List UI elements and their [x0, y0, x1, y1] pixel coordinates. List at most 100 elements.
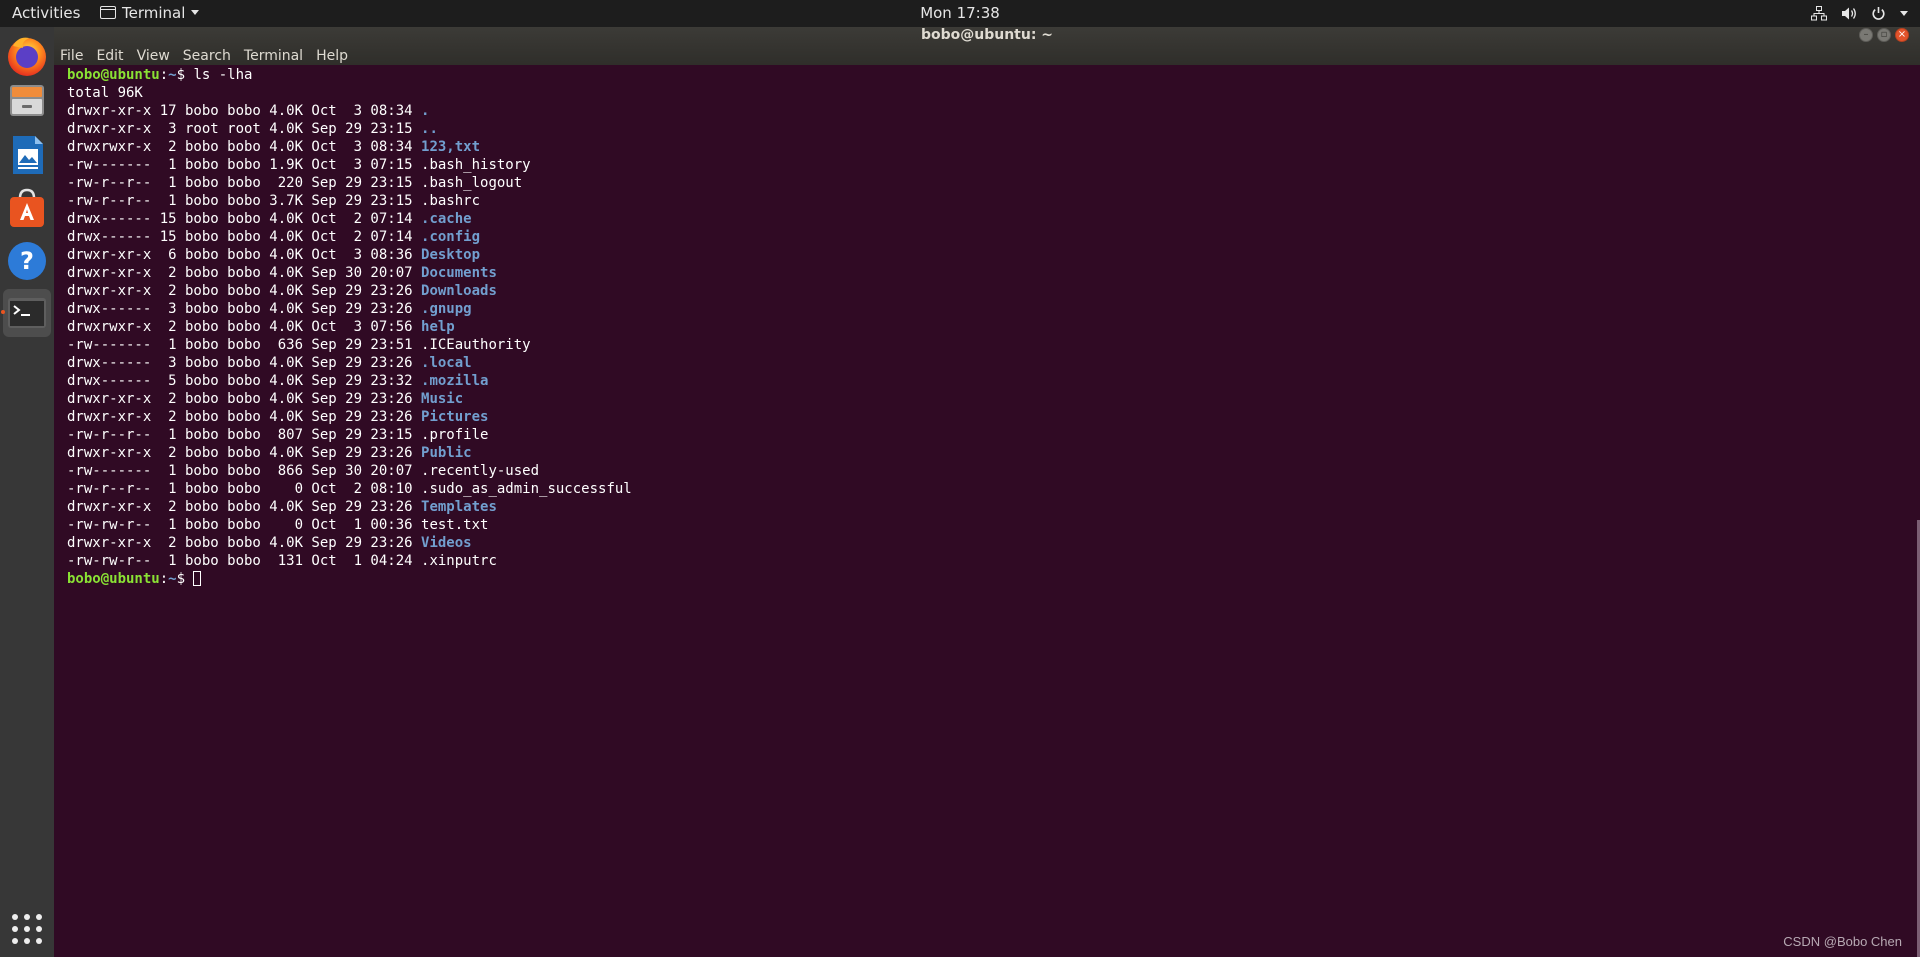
files-icon: [10, 85, 44, 116]
terminal-small-icon: [100, 6, 116, 19]
software-icon: [10, 188, 44, 227]
listing-meta: drwxr-xr-x 6 bobo bobo 4.0K Oct 3 08:36: [67, 247, 422, 263]
listing-row: drwx------ 3 bobo bobo 4.0K Sep 29 23:26…: [67, 300, 632, 318]
listing-dir-name: .config: [421, 229, 481, 245]
prompt-separator: :: [159, 67, 169, 83]
system-tray[interactable]: [1811, 0, 1908, 27]
grid-icon: [12, 914, 42, 944]
prompt-user: bobo@ubuntu: [67, 571, 160, 587]
listing-meta: drwxr-xr-x 2 bobo bobo 4.0K Sep 29 23:26: [67, 499, 422, 515]
listing-dir-name: Public: [421, 445, 472, 461]
listing-meta: -rw-r--r-- 1 bobo bobo 807 Sep 29 23:15: [67, 427, 422, 443]
network-icon: [1811, 0, 1827, 27]
window-title-area: bobo@ubuntu: ~: [54, 27, 1920, 44]
command-text: ls -lha: [193, 67, 253, 83]
listing-dir-name: .local: [421, 355, 472, 371]
writer-icon: [13, 136, 43, 174]
menu-help[interactable]: Help: [310, 47, 355, 65]
listing-dir-name: Templates: [421, 499, 497, 515]
listing-file-name: .xinputrc: [421, 553, 497, 569]
clock-area: Mon 17:38: [0, 0, 1920, 27]
listing-row: drwx------ 3 bobo bobo 4.0K Sep 29 23:26…: [67, 354, 632, 372]
listing-meta: drwx------ 3 bobo bobo 4.0K Sep 29 23:26: [67, 301, 422, 317]
listing-meta: -rw------- 1 bobo bobo 866 Sep 30 20:07: [67, 463, 422, 479]
listing-meta: drwx------ 5 bobo bobo 4.0K Sep 29 23:32: [67, 373, 422, 389]
listing-row: drwxr-xr-x 2 bobo bobo 4.0K Sep 29 23:26…: [67, 408, 632, 426]
menu-file[interactable]: File: [54, 47, 90, 65]
clock[interactable]: Mon 17:38: [920, 4, 1000, 22]
prompt-path: ~: [168, 67, 177, 83]
menu-bar: File Edit View Search Terminal Help: [54, 47, 355, 65]
menu-terminal[interactable]: Terminal: [238, 47, 310, 65]
menu-view[interactable]: View: [131, 47, 177, 65]
listing-row: drwxr-xr-x 3 root root 4.0K Sep 29 23:15…: [67, 120, 632, 138]
listing-dir-name: .mozilla: [421, 373, 489, 389]
minimize-button[interactable]: –: [1859, 28, 1873, 42]
command-line: bobo@ubuntu:~$ ls -lha: [67, 66, 632, 84]
listing-meta: drwxr-xr-x 2 bobo bobo 4.0K Sep 29 23:26: [67, 445, 422, 461]
listing-row: -rw-r--r-- 1 bobo bobo 0 Oct 2 08:10 .su…: [67, 480, 632, 498]
listing-row: -rw-rw-r-- 1 bobo bobo 131 Oct 1 04:24 .…: [67, 552, 632, 570]
caret-down-icon: [191, 10, 200, 15]
listing-meta: drwx------ 15 bobo bobo 4.0K Oct 2 07:14: [67, 211, 422, 227]
window-titlebar[interactable]: bobo@ubuntu: ~ – ▫ × File Edit View Sear…: [54, 27, 1920, 65]
window-controls: – ▫ ×: [1859, 28, 1909, 42]
listing-dir-name: Pictures: [421, 409, 489, 425]
dock-firefox[interactable]: [3, 32, 51, 80]
listing-file-name: test.txt: [421, 517, 489, 533]
listing-meta: -rw-rw-r-- 1 bobo bobo 0 Oct 1 00:36: [67, 517, 422, 533]
dock-files[interactable]: [3, 76, 51, 124]
listing-meta: drwxr-xr-x 2 bobo bobo 4.0K Sep 29 23:26: [67, 535, 422, 551]
maximize-button[interactable]: ▫: [1877, 28, 1891, 42]
dock-show-apps[interactable]: [3, 905, 51, 953]
power-icon: [1871, 0, 1886, 27]
prompt-path: ~: [168, 571, 177, 587]
listing-file-name: .ICEauthority: [421, 337, 531, 353]
listing-row: drwxr-xr-x 2 bobo bobo 4.0K Sep 29 23:26…: [67, 498, 632, 516]
listing-dir-name: ..: [421, 121, 438, 137]
listing-meta: drwxr-xr-x 2 bobo bobo 4.0K Sep 29 23:26: [67, 283, 422, 299]
listing-row: drwxr-xr-x 6 bobo bobo 4.0K Oct 3 08:36 …: [67, 246, 632, 264]
listing-row: drwxr-xr-x 2 bobo bobo 4.0K Sep 30 20:07…: [67, 264, 632, 282]
terminal-area[interactable]: bobo@ubuntu:~$ ls -lha total 96K drwxr-xr-…: [54, 65, 1920, 957]
listing-dir-name: Downloads: [421, 283, 497, 299]
listing-meta: drwxrwxr-x 2 bobo bobo 4.0K Oct 3 08:34: [67, 139, 422, 155]
dock-writer[interactable]: [3, 131, 51, 179]
listing-file-name: .profile: [421, 427, 489, 443]
listing-row: drwxr-xr-x 2 bobo bobo 4.0K Sep 29 23:26…: [67, 390, 632, 408]
dock-help[interactable]: ?: [3, 237, 51, 285]
menu-edit[interactable]: Edit: [90, 47, 130, 65]
listing-meta: drwxrwxr-x 2 bobo bobo 4.0K Oct 3 07:56: [67, 319, 422, 335]
listing-row: drwxr-xr-x 2 bobo bobo 4.0K Sep 29 23:26…: [67, 444, 632, 462]
listing-meta: -rw-r--r-- 1 bobo bobo 220 Sep 29 23:15: [67, 175, 422, 191]
activities-button[interactable]: Activities: [12, 0, 80, 27]
listing-meta: -rw-rw-r-- 1 bobo bobo 131 Oct 1 04:24: [67, 553, 422, 569]
listing-dir-name: .gnupg: [421, 301, 472, 317]
listing-meta: drwx------ 3 bobo bobo 4.0K Sep 29 23:26: [67, 355, 422, 371]
listing-file-name: .recently-used: [421, 463, 540, 479]
running-indicator: [1, 310, 5, 314]
text-cursor: [193, 571, 202, 586]
input-line[interactable]: bobo@ubuntu:~$: [67, 570, 632, 588]
listing-meta: drwxr-xr-x 2 bobo bobo 4.0K Sep 29 23:26: [67, 391, 422, 407]
maximize-icon: ▫: [1880, 29, 1888, 40]
listing-row: -rw-r--r-- 1 bobo bobo 807 Sep 29 23:15 …: [67, 426, 632, 444]
prompt-separator: :: [159, 571, 169, 587]
listing-dir-name: 123,txt: [421, 139, 481, 155]
listing-row: drwx------ 15 bobo bobo 4.0K Oct 2 07:14…: [67, 210, 632, 228]
listing-file-name: .bash_history: [421, 157, 531, 173]
app-menu-button[interactable]: Terminal: [100, 0, 200, 27]
dock-software[interactable]: [3, 184, 51, 232]
close-icon: ×: [1897, 29, 1907, 40]
dock: ?: [0, 27, 55, 957]
listing-row: drwxr-xr-x 2 bobo bobo 4.0K Sep 29 23:26…: [67, 282, 632, 300]
listing-row: -rw------- 1 bobo bobo 866 Sep 30 20:07 …: [67, 462, 632, 480]
listing-meta: -rw-r--r-- 1 bobo bobo 0 Oct 2 08:10: [67, 481, 422, 497]
close-button[interactable]: ×: [1895, 28, 1909, 42]
minimize-icon: –: [1863, 29, 1869, 40]
caret-down-icon: [1900, 0, 1908, 27]
listing-row: drwxr-xr-x 2 bobo bobo 4.0K Sep 29 23:26…: [67, 534, 632, 552]
menu-search[interactable]: Search: [177, 47, 238, 65]
listing-dir-name: Desktop: [421, 247, 481, 263]
dock-terminal[interactable]: [1, 289, 51, 337]
